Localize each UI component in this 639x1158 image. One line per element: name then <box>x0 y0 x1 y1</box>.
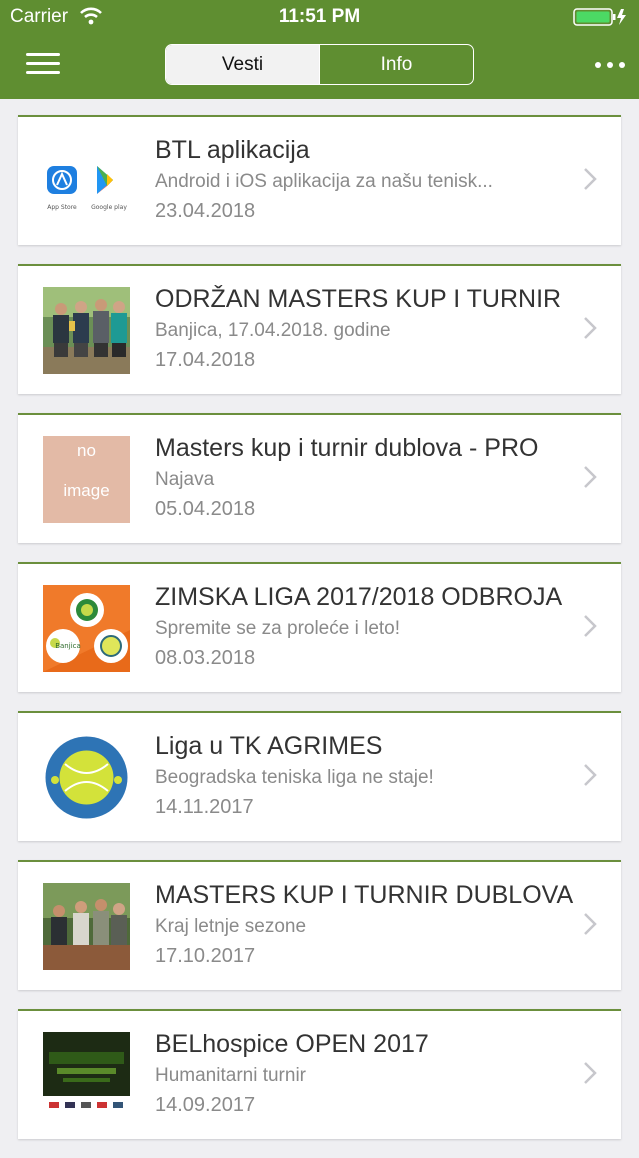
news-date: 17.10.2017 <box>155 945 256 967</box>
app-store-google-play-icons: App Store Google play <box>43 138 130 225</box>
club-logos-orange: Banjica <box>43 585 130 672</box>
news-subtitle: Najava <box>155 469 215 490</box>
status-time: 11:51 PM <box>278 6 361 27</box>
news-title: Liga u TK AGRIMES <box>155 732 383 760</box>
no-image-text: no <box>77 441 96 460</box>
chevron-right-icon <box>584 317 597 339</box>
svg-text:Google play: Google play <box>91 204 127 211</box>
menu-icon[interactable] <box>26 50 60 76</box>
news-item-masters-kup[interactable]: ODRŽAN MASTERS KUP I TURNIR Banjica, 17.… <box>18 264 621 394</box>
news-subtitle: Beogradska teniska liga ne staje! <box>155 767 434 788</box>
no-image-placeholder: no image <box>43 436 130 523</box>
news-date: 14.11.2017 <box>155 796 254 818</box>
svg-text:App Store: App Store <box>47 204 77 211</box>
news-title: MASTERS KUP I TURNIR DUBLOVA <box>155 881 574 909</box>
news-subtitle: Kraj letnje sezone <box>155 916 307 937</box>
news-item-masters-kup-dublova[interactable]: MASTERS KUP I TURNIR DUBLOVA Kraj letnje… <box>18 860 621 990</box>
news-subtitle: Spremite se za proleće i leto! <box>155 618 401 639</box>
news-item-masters-kup-najava[interactable]: no image Masters kup i turnir dublova - … <box>18 413 621 543</box>
news-title: BTL aplikacija <box>155 136 310 164</box>
group-photo <box>43 287 130 374</box>
chevron-right-icon <box>584 1062 597 1084</box>
news-date: 14.09.2017 <box>155 1094 256 1116</box>
news-item-liga-agrimes[interactable]: Liga u TK AGRIMES Beogradska teniska lig… <box>18 711 621 841</box>
news-date: 05.04.2018 <box>155 498 256 520</box>
group-photo <box>43 883 130 970</box>
no-image-text: image <box>63 481 110 500</box>
event-poster <box>43 1032 130 1119</box>
tab-info[interactable]: Info <box>319 45 473 84</box>
news-title: ODRŽAN MASTERS KUP I TURNIR <box>155 285 562 313</box>
news-date: 23.04.2018 <box>155 200 256 222</box>
svg-text:Banjica: Banjica <box>55 642 81 650</box>
news-subtitle: Banjica, 17.04.2018. godine <box>155 320 391 341</box>
teniski-klub-agrimes-logo <box>43 734 130 821</box>
news-subtitle: Android i iOS aplikacija za našu tenisk.… <box>155 171 493 192</box>
news-item-zimska-liga[interactable]: Banjica ZIMSKA LIGA 2017/2018 ODBROJA Sp… <box>18 562 621 692</box>
news-title: ZIMSKA LIGA 2017/2018 ODBROJA <box>155 583 563 611</box>
news-subtitle: Humanitarni turnir <box>155 1065 306 1086</box>
chevron-right-icon <box>584 168 597 190</box>
news-title: BELhospice OPEN 2017 <box>155 1030 429 1058</box>
news-date: 08.03.2018 <box>155 647 256 669</box>
battery-charging-icon <box>573 8 626 26</box>
news-title: Masters kup i turnir dublova - PRO <box>155 434 539 462</box>
tab-vesti[interactable]: Vesti <box>166 45 319 84</box>
chevron-right-icon <box>584 913 597 935</box>
app-header: Carrier 11:51 PM Vesti Info <box>0 0 639 99</box>
chevron-right-icon <box>584 764 597 786</box>
status-bar: Carrier 11:51 PM <box>0 0 639 34</box>
news-list: App Store Google play BTL aplikacija And… <box>18 115 621 1158</box>
segmented-control: Vesti Info <box>165 44 474 85</box>
news-item-belhospice-open[interactable]: BELhospice OPEN 2017 Humanitarni turnir … <box>18 1009 621 1139</box>
chevron-right-icon <box>584 615 597 637</box>
news-date: 17.04.2018 <box>155 349 256 371</box>
chevron-right-icon <box>584 466 597 488</box>
navigation-bar: Vesti Info <box>0 34 639 99</box>
more-options-icon[interactable] <box>595 60 627 70</box>
news-item-btl-aplikacija[interactable]: App Store Google play BTL aplikacija And… <box>18 115 621 245</box>
